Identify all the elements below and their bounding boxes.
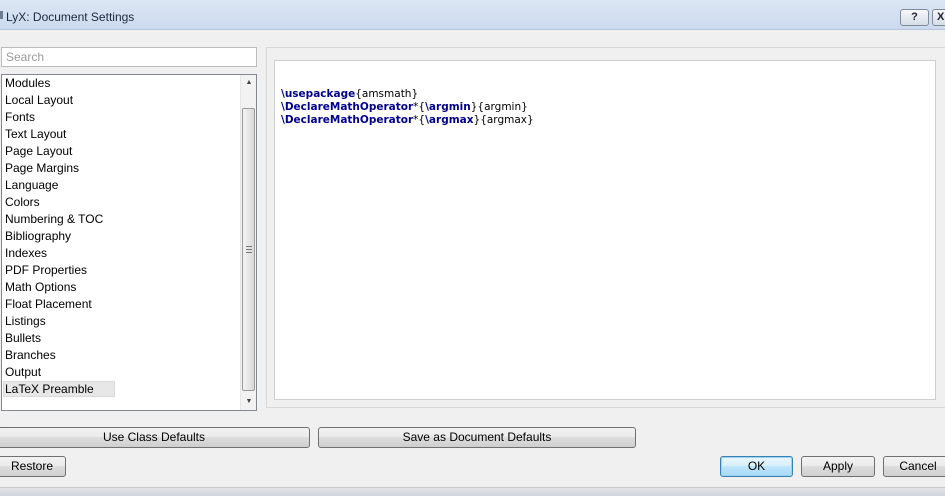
window-title: LyX: Document Settings [6,10,135,24]
list-item-local-layout[interactable]: Local Layout [2,92,240,109]
list-item-page-layout[interactable]: Page Layout [2,143,240,160]
list-item-language[interactable]: Language [2,177,240,194]
list-item-bullets[interactable]: Bullets [2,330,240,347]
list-item-text-layout[interactable]: Text Layout [2,126,240,143]
list-item-modules[interactable]: Modules [2,75,240,92]
preamble-line: \usepackage{amsmath} [281,88,419,100]
list-item-fonts[interactable]: Fonts [2,109,240,126]
scrollbar-thumb[interactable] [242,108,255,391]
use-class-defaults-button[interactable]: Use Class Defaults [0,427,310,448]
list-item-colors[interactable]: Colors [2,194,240,211]
preamble-editor[interactable]: \usepackage{amsmath} \DeclareMathOperato… [274,60,936,400]
list-item-branches[interactable]: Branches [2,347,240,364]
down-arrow-icon[interactable]: ▼ [241,394,256,410]
category-scrollbar[interactable]: ▲ ▼ [240,75,256,410]
list-item-float-placement[interactable]: Float Placement [2,296,240,313]
window-bottom-edge [0,487,945,496]
save-as-document-defaults-button[interactable]: Save as Document Defaults [318,427,636,448]
cancel-button[interactable]: Cancel [883,456,945,477]
list-item-indexes[interactable]: Indexes [2,245,240,262]
help-button[interactable]: ? [900,9,929,26]
apply-button[interactable]: Apply [801,456,875,477]
list-item-bibliography[interactable]: Bibliography [2,228,240,245]
list-item-listings[interactable]: Listings [2,313,240,330]
preamble-line: \DeclareMathOperator*{\argmin}{argmin} [281,101,528,113]
list-item-pdf-properties[interactable]: PDF Properties [2,262,240,279]
list-item-numbering-toc[interactable]: Numbering & TOC [2,211,240,228]
up-arrow-icon[interactable]: ▲ [241,75,256,91]
close-button[interactable]: X [932,9,945,26]
grip-icon [246,246,252,253]
list-item-page-margins[interactable]: Page Margins [2,160,240,177]
search-input[interactable] [1,47,257,67]
preamble-line: \DeclareMathOperator*{\argmax}{argmax} [281,114,534,126]
title-bar: LyX: Document Settings ? X [0,0,945,30]
list-item-latex-preamble[interactable]: LaTeX Preamble [2,381,240,398]
app-icon [0,11,3,19]
restore-button[interactable]: Restore [0,456,66,477]
ok-button[interactable]: OK [720,456,793,477]
list-item-math-options[interactable]: Math Options [2,279,240,296]
category-list: Modules Local Layout Fonts Text Layout P… [1,74,257,411]
list-item-output[interactable]: Output [2,364,240,381]
